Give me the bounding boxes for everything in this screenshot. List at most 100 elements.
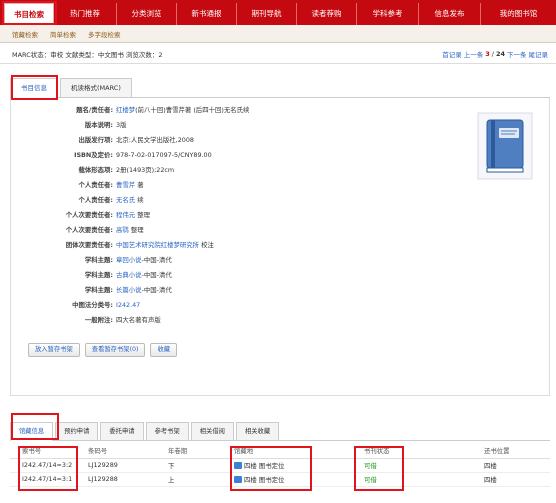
top-navigation: 书目检索 热门推荐 分类浏览 新书通报 期刊导航 读者荐购 学科参考 信息发布 … xyxy=(0,0,556,25)
field-value: 续 xyxy=(135,196,144,204)
prev-record-link[interactable]: 上一条 xyxy=(464,49,484,59)
highlight-box xyxy=(11,75,58,100)
record-info-bar: MARC状态：审校 文献类型：中文图书 浏览次数：2 首记录 上一条 3 / 2… xyxy=(0,44,556,64)
field-value: 978-7-02-017097-5/CNY89.00 xyxy=(116,151,212,159)
last-record-link[interactable]: 尾记录 xyxy=(529,49,549,59)
field-secondary-author-2: 个人次要责任者: 高鹗 整理 xyxy=(11,225,144,235)
subtab-simple-search[interactable]: 简单检索 xyxy=(50,29,76,39)
field-label: 学科主题: xyxy=(84,271,113,279)
field-value: 北京:人民文学出版社,2008 xyxy=(116,136,194,144)
field-label: 中图法分类号: xyxy=(72,301,113,309)
field-subject-2: 学科主题: 古典小说-中国-清代 xyxy=(11,270,172,280)
field-edition: 版本说明: 3版 xyxy=(11,120,127,130)
volume: 下 xyxy=(156,458,222,473)
field-author-2: 个人责任者: 无名氏 续 xyxy=(11,195,144,205)
field-title: 题名/责任者: 红楼梦(前八十回)曹雪芹著 (后四十回)无名氏续 xyxy=(11,105,249,115)
subject-link[interactable]: 章回小说 xyxy=(116,256,142,264)
tab-my-library[interactable]: 我的图书馆 xyxy=(480,3,556,25)
tab-reference-shelf[interactable]: 参考书架 xyxy=(145,422,189,440)
field-author-1: 个人责任者: 曹雪芹 著 xyxy=(11,180,144,190)
author-link[interactable]: 高鹗 xyxy=(116,226,129,234)
current-record: 3 xyxy=(485,49,490,58)
field-label: 一般附注: xyxy=(84,316,113,324)
next-record-link[interactable]: 下一条 xyxy=(507,49,527,59)
field-secondary-author-1: 个人次要责任者: 程伟元 整理 xyxy=(11,210,150,220)
marc-status: MARC状态：审校 文献类型：中文图书 浏览次数：2 xyxy=(12,50,163,59)
corporate-author-link[interactable]: 中国艺术研究院红楼梦研究所 xyxy=(116,241,199,249)
field-label: 团体次要责任者: xyxy=(65,241,113,249)
tab-reservation[interactable]: 预约申请 xyxy=(55,422,99,440)
tab-delegation[interactable]: 委托申请 xyxy=(100,422,144,440)
subject-link[interactable]: 古典小说 xyxy=(116,271,142,279)
author-link[interactable]: 程伟元 xyxy=(116,211,135,219)
field-note: 一般附注: 四大名著有声版 xyxy=(11,315,161,325)
field-label: 个人责任者: xyxy=(78,181,113,189)
title-link[interactable]: 红楼梦 xyxy=(116,106,135,114)
field-label: 个人次要责任者: xyxy=(65,226,113,234)
subtab-multi-field-search[interactable]: 多字段检索 xyxy=(88,29,121,39)
field-label: 学科主题: xyxy=(84,286,113,294)
barcode: LJ129289 xyxy=(76,458,156,473)
field-label: 版本说明: xyxy=(84,121,113,129)
tab-marc[interactable]: 机读格式(MARC) xyxy=(60,78,132,97)
tab-journal-nav[interactable]: 期刊导航 xyxy=(236,3,296,25)
field-value: 校注 xyxy=(199,241,214,249)
field-subject-3: 学科主题: 长篇小说-中国-清代 xyxy=(11,285,172,295)
field-value: 著 xyxy=(135,181,144,189)
view-shelf-button[interactable]: 查看暂存书架(0) xyxy=(84,343,146,357)
field-value: 3版 xyxy=(116,121,127,129)
field-label: 个人责任者: xyxy=(78,196,113,204)
classification-link[interactable]: I242.47 xyxy=(116,301,140,309)
total-records: 24 xyxy=(495,49,505,58)
field-publication: 出版发行项: 北京:人民文学出版社,2008 xyxy=(11,135,194,145)
field-label: 学科主题: xyxy=(84,256,113,264)
record-separator: / xyxy=(491,49,494,58)
detail-tabs: 书目信息 机读格式(MARC) xyxy=(10,76,550,98)
field-value: 整理 xyxy=(135,211,150,219)
subtab-holdings-search[interactable]: 馆藏检索 xyxy=(12,29,38,39)
tab-related-favorites[interactable]: 相关收藏 xyxy=(235,422,280,440)
tab-category-browse[interactable]: 分类浏览 xyxy=(116,3,176,25)
field-label: ISBN及定价: xyxy=(74,151,113,159)
volume: 上 xyxy=(156,472,222,487)
record-pager: 首记录 上一条 3 / 24 下一条 尾记录 xyxy=(442,49,548,59)
add-to-shelf-button[interactable]: 放入暂存书架 xyxy=(28,343,80,357)
field-value: -中国-清代 xyxy=(141,271,172,279)
field-value: -中国-清代 xyxy=(141,286,172,294)
col-volume: 年卷期 xyxy=(156,444,222,459)
field-value: (前八十回)曹雪芹著 (后四十回)无名氏续 xyxy=(135,106,250,114)
tab-subject-reference[interactable]: 学科参考 xyxy=(356,3,418,25)
field-corporate-author: 团体次要责任者: 中国艺术研究院红楼梦研究所 校注 xyxy=(11,240,214,250)
return-location: 四楼 xyxy=(472,458,550,473)
highlight-box xyxy=(354,446,404,491)
field-label: 题名/责任者: xyxy=(76,106,113,114)
author-link[interactable]: 无名氏 xyxy=(116,196,135,204)
sub-navigation: 馆藏检索 简单检索 多字段检索 xyxy=(0,25,556,43)
barcode: LJ129288 xyxy=(76,472,156,487)
tab-related-borrowing[interactable]: 相关借阅 xyxy=(190,422,234,440)
col-barcode: 条码号 xyxy=(76,444,156,459)
col-return-location: 还书位置 xyxy=(472,444,550,459)
field-label: 个人次要责任者: xyxy=(65,211,113,219)
author-link[interactable]: 曹雪芹 xyxy=(116,181,135,189)
subject-link[interactable]: 长篇小说 xyxy=(116,286,142,294)
bookshelf-actions: 放入暂存书架 查看暂存书架(0) 收藏 xyxy=(28,343,178,357)
field-label: 出版发行项: xyxy=(78,136,113,144)
highlight-box xyxy=(2,1,57,25)
tab-new-books[interactable]: 新书通报 xyxy=(176,3,236,25)
field-classification: 中图法分类号: I242.47 xyxy=(11,300,140,310)
tab-announcements[interactable]: 信息发布 xyxy=(418,3,480,25)
field-value: -中国-清代 xyxy=(141,256,172,264)
highlight-box xyxy=(18,446,78,491)
favorite-button[interactable]: 收藏 xyxy=(150,343,178,357)
field-physical: 载体形态项: 2册(1493页);22cm xyxy=(11,165,174,175)
field-label: 载体形态项: xyxy=(78,166,113,174)
field-value: 四大名著有声版 xyxy=(116,316,161,324)
tab-hot-recommendations[interactable]: 热门推荐 xyxy=(54,3,116,25)
return-location: 四楼 xyxy=(472,472,550,487)
tab-reader-recommend[interactable]: 读者荐购 xyxy=(296,3,356,25)
field-isbn: ISBN及定价: 978-7-02-017097-5/CNY89.00 xyxy=(11,150,212,160)
first-record-link[interactable]: 首记录 xyxy=(442,49,462,59)
highlight-box xyxy=(11,413,59,440)
field-value: 整理 xyxy=(128,226,144,234)
